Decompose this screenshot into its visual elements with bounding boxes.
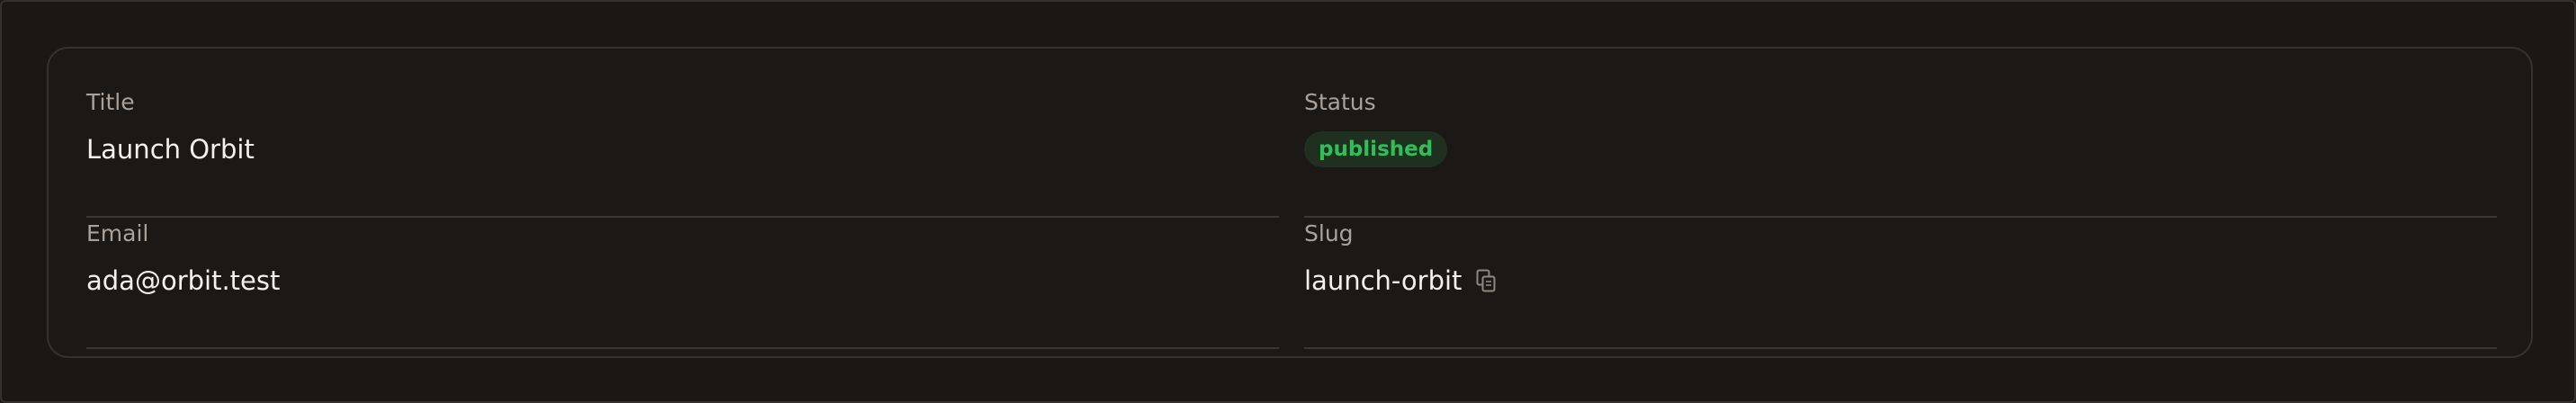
title-field: Title Launch Orbit [86,86,1279,218]
slug-row: launch-orbit [1304,263,1496,299]
slug-field: Slug launch-orbit [1304,218,2497,349]
status-badge: published [1304,131,1448,167]
title-value: Launch Orbit [86,134,255,165]
status-field: Status published [1304,86,2497,218]
email-label: Email [86,220,149,246]
title-label: Title [86,89,135,115]
page-frame: Title Launch Orbit Status published Emai… [0,0,2576,403]
status-label: Status [1304,89,1376,115]
email-value: ada@orbit.test [86,265,281,296]
copy-icon[interactable] [1476,269,1496,292]
slug-label: Slug [1304,220,1354,246]
email-field: Email ada@orbit.test [86,218,1279,349]
details-card: Title Launch Orbit Status published Emai… [47,47,2533,358]
slug-value: launch-orbit [1304,265,1462,296]
